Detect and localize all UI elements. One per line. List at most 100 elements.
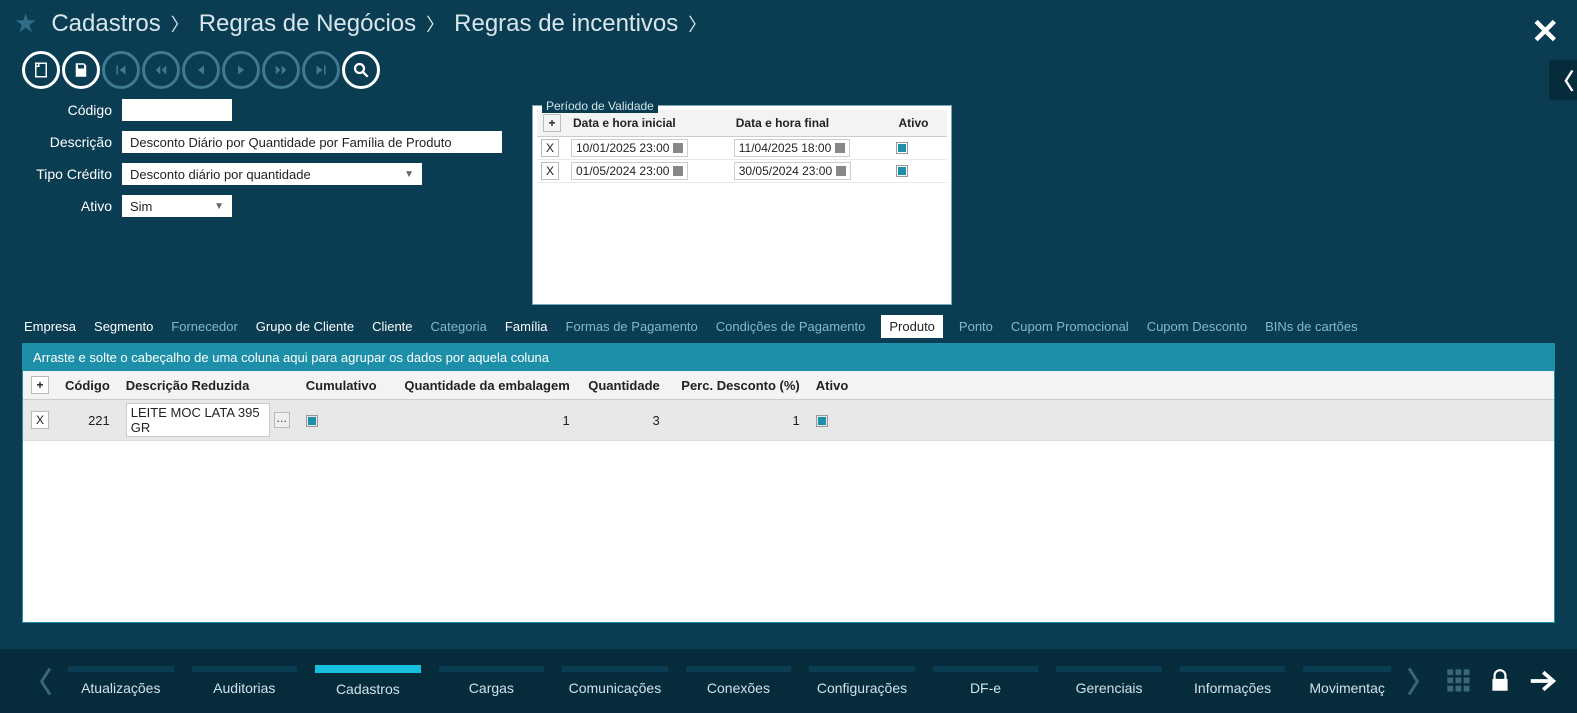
back-button[interactable]: [182, 51, 220, 89]
new-button[interactable]: [22, 51, 60, 89]
grid-delete-button[interactable]: X: [31, 411, 49, 429]
grid-col-perc[interactable]: Perc. Desconto (%): [668, 371, 808, 400]
period-table: + Data e hora inicial Data e hora final …: [537, 110, 947, 183]
fast-back-button[interactable]: [142, 51, 180, 89]
forward-button[interactable]: [222, 51, 260, 89]
module-comunicacoes[interactable]: Comunicações: [556, 666, 674, 696]
collapse-panel-icon[interactable]: 〈: [1549, 60, 1577, 100]
lock-icon[interactable]: [1487, 668, 1513, 694]
grid-col-qtd[interactable]: Quantidade: [578, 371, 668, 400]
tab-cupom-promocional[interactable]: Cupom Promocional: [1009, 315, 1131, 338]
calendar-icon[interactable]: [673, 166, 683, 176]
module-conexoes[interactable]: Conexões: [680, 666, 798, 696]
grid-col-desc[interactable]: Descrição Reduzida: [118, 371, 298, 400]
form-area: Código Descrição Tipo Crédito Desconto d…: [0, 95, 1577, 315]
tab-categoria[interactable]: Categoria: [429, 315, 489, 338]
descricao-input[interactable]: [122, 131, 502, 153]
first-button[interactable]: [102, 51, 140, 89]
period-start-input[interactable]: 01/05/2024 23:00: [571, 162, 688, 180]
crumb-1[interactable]: Cadastros: [51, 10, 160, 38]
period-fieldset: + Data e hora inicial Data e hora final …: [532, 105, 952, 305]
lookup-button[interactable]: …: [274, 412, 290, 428]
tab-produto[interactable]: Produto: [881, 315, 943, 338]
module-cadastros[interactable]: Cadastros: [309, 665, 427, 697]
save-button[interactable]: [62, 51, 100, 89]
grid-col-ativo[interactable]: Ativo: [808, 371, 868, 400]
period-col-end[interactable]: Data e hora final: [730, 110, 893, 137]
table-row[interactable]: X 221 LEITE MOC LATA 395 GR … 1 3 1: [23, 400, 1554, 441]
toolbar: [0, 39, 1577, 95]
module-informacoes[interactable]: Informações: [1174, 666, 1292, 696]
module-gerenciais[interactable]: Gerenciais: [1050, 666, 1168, 696]
ativo-select[interactable]: Sim ▼: [122, 195, 232, 217]
crumb-2[interactable]: Regras de Negócios: [199, 10, 416, 38]
nav-next-icon[interactable]: 〉: [1403, 661, 1439, 701]
module-atualizacoes[interactable]: Atualizações: [62, 666, 180, 696]
cell-perc[interactable]: 1: [668, 400, 808, 441]
tipo-credito-value: Desconto diário por quantidade: [130, 167, 311, 182]
ativo-label: Ativo: [22, 198, 122, 214]
tab-familia[interactable]: Família: [503, 315, 550, 338]
grid-col-cum[interactable]: Cumulativo: [298, 371, 388, 400]
star-icon[interactable]: ★: [14, 8, 37, 39]
period-row[interactable]: X 01/05/2024 23:00 30/05/2024 23:00: [537, 160, 947, 183]
tab-cupom-desconto[interactable]: Cupom Desconto: [1145, 315, 1249, 338]
calendar-icon[interactable]: [835, 143, 845, 153]
tab-grupo-cliente[interactable]: Grupo de Cliente: [254, 315, 356, 338]
last-button[interactable]: [302, 51, 340, 89]
cell-qemb[interactable]: 1: [388, 400, 578, 441]
close-icon[interactable]: ✕: [1531, 18, 1559, 46]
tab-formas-pagamento[interactable]: Formas de Pagamento: [564, 315, 700, 338]
apps-grid-icon[interactable]: [1445, 667, 1473, 695]
period-active-checkbox[interactable]: [896, 142, 908, 154]
calendar-icon[interactable]: [673, 143, 683, 153]
module-configuracoes[interactable]: Configurações: [803, 666, 921, 696]
fast-forward-button[interactable]: [262, 51, 300, 89]
crumb-3[interactable]: Regras de incentivos: [454, 10, 678, 38]
tab-condicoes-pagamento[interactable]: Condições de Pagamento: [714, 315, 868, 338]
period-start-input[interactable]: 10/01/2025 23:00: [571, 139, 688, 157]
tipo-credito-label: Tipo Crédito: [22, 166, 122, 182]
module-cargas[interactable]: Cargas: [433, 666, 551, 696]
period-col-start[interactable]: Data e hora inicial: [567, 110, 730, 137]
chevron-down-icon: ▼: [214, 201, 224, 212]
cell-cumulativo-checkbox[interactable]: [306, 415, 318, 427]
grid-group-bar[interactable]: Arraste e solte o cabeçalho de uma colun…: [23, 344, 1554, 371]
period-delete-button[interactable]: X: [541, 162, 559, 180]
tipo-credito-select[interactable]: Desconto diário por quantidade ▼: [122, 163, 422, 185]
breadcrumb: ★ Cadastros 〉 Regras de Negócios 〉 Regra…: [0, 0, 1577, 39]
tab-fornecedor[interactable]: Fornecedor: [169, 315, 239, 338]
grid-col-codigo[interactable]: Código: [57, 371, 118, 400]
period-end-input[interactable]: 30/05/2024 23:00: [734, 162, 851, 180]
search-button[interactable]: [342, 51, 380, 89]
arrow-right-icon[interactable]: [1527, 666, 1557, 696]
grid-add-button[interactable]: +: [31, 376, 49, 394]
chevron-right-icon: 〉: [688, 11, 706, 37]
calendar-icon[interactable]: [836, 166, 846, 176]
cell-codigo[interactable]: 221: [57, 400, 118, 441]
cell-ativo-checkbox[interactable]: [816, 415, 828, 427]
module-movimentacoes[interactable]: Movimentaç: [1297, 666, 1397, 696]
chevron-right-icon: 〉: [426, 11, 444, 37]
cell-qtd[interactable]: 3: [578, 400, 668, 441]
period-delete-button[interactable]: X: [541, 139, 559, 157]
period-row[interactable]: X 10/01/2025 23:00 11/04/2025 18:00: [537, 137, 947, 160]
tab-empresa[interactable]: Empresa: [22, 315, 78, 338]
tab-cliente[interactable]: Cliente: [370, 315, 414, 338]
period-legend: Período de Validade: [542, 99, 658, 113]
nav-prev-icon[interactable]: 〈: [20, 661, 56, 701]
tab-bar: Empresa Segmento Fornecedor Grupo de Cli…: [0, 315, 1577, 339]
period-active-checkbox[interactable]: [896, 165, 908, 177]
tab-bins-cartoes[interactable]: BINs de cartões: [1263, 315, 1360, 338]
period-col-active[interactable]: Ativo: [892, 110, 947, 137]
cell-desc[interactable]: LEITE MOC LATA 395 GR: [126, 403, 270, 437]
codigo-input[interactable]: [122, 99, 232, 121]
tab-segmento[interactable]: Segmento: [92, 315, 155, 338]
module-dfe[interactable]: DF-e: [927, 666, 1045, 696]
codigo-label: Código: [22, 102, 122, 118]
grid-col-qemb[interactable]: Quantidade da embalagem: [388, 371, 578, 400]
period-add-button[interactable]: +: [543, 114, 561, 132]
period-end-input[interactable]: 11/04/2025 18:00: [734, 139, 851, 157]
tab-ponto[interactable]: Ponto: [957, 315, 995, 338]
module-auditorias[interactable]: Auditorias: [186, 666, 304, 696]
